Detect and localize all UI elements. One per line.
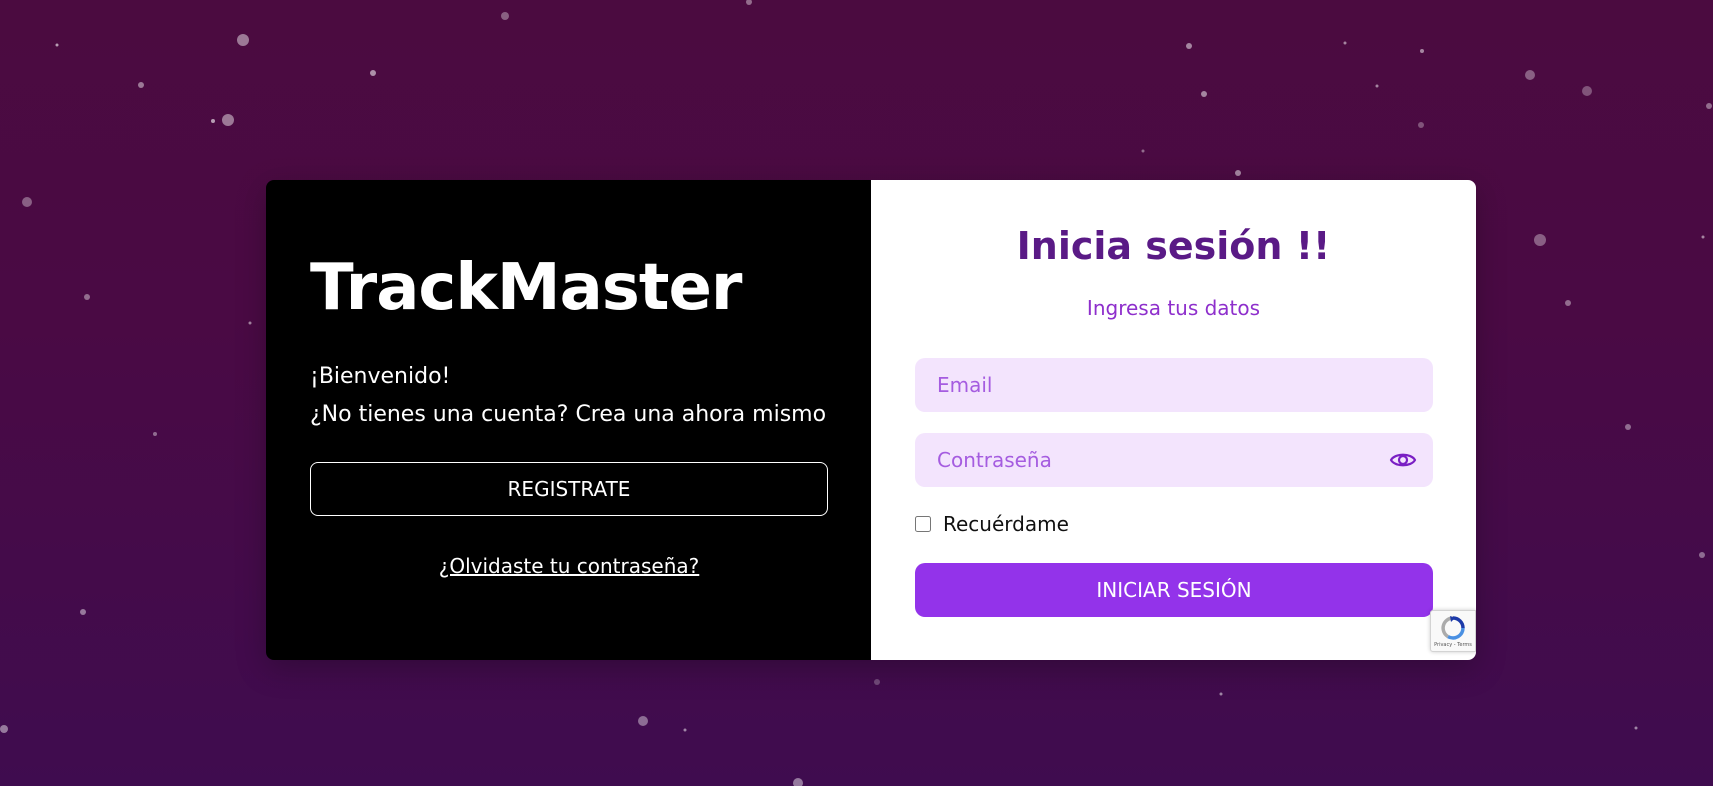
forgot-password-link[interactable]: ¿Olvidaste tu contraseña? [310, 554, 828, 578]
register-button[interactable]: REGISTRATE [310, 462, 828, 516]
welcome-text: ¡Bienvenido! ¿No tienes una cuenta? Crea… [310, 358, 826, 434]
eye-icon[interactable] [1389, 450, 1417, 470]
welcome-prompt: ¿No tienes una cuenta? Crea una ahora mi… [310, 402, 827, 427]
login-panel: Inicia sesión !! Ingresa tus datos Recué… [871, 180, 1476, 660]
email-field-container [915, 358, 1433, 412]
login-subtitle: Ingresa tus datos [1086, 296, 1261, 320]
remember-me-checkbox[interactable] [915, 516, 931, 532]
recaptcha-links: Privacy - Terms [1434, 641, 1472, 648]
welcome-panel: TrackMaster ¡Bienvenido! ¿No tienes una … [266, 180, 871, 660]
remember-me[interactable]: Recuérdame [915, 512, 1069, 536]
password-field[interactable] [915, 433, 1433, 487]
login-button[interactable]: INICIAR SESIÓN [915, 563, 1433, 617]
brand-title: TrackMaster [310, 251, 742, 325]
remember-me-label: Recuérdame [943, 512, 1069, 536]
email-field[interactable] [915, 358, 1433, 412]
login-title: Inicia sesión !! [1016, 224, 1331, 268]
password-field-container [915, 433, 1433, 487]
welcome-greeting: ¡Bienvenido! [310, 364, 451, 389]
recaptcha-icon [1441, 615, 1465, 640]
recaptcha-badge[interactable]: Privacy - Terms [1430, 610, 1476, 652]
auth-card: TrackMaster ¡Bienvenido! ¿No tienes una … [266, 180, 1476, 660]
